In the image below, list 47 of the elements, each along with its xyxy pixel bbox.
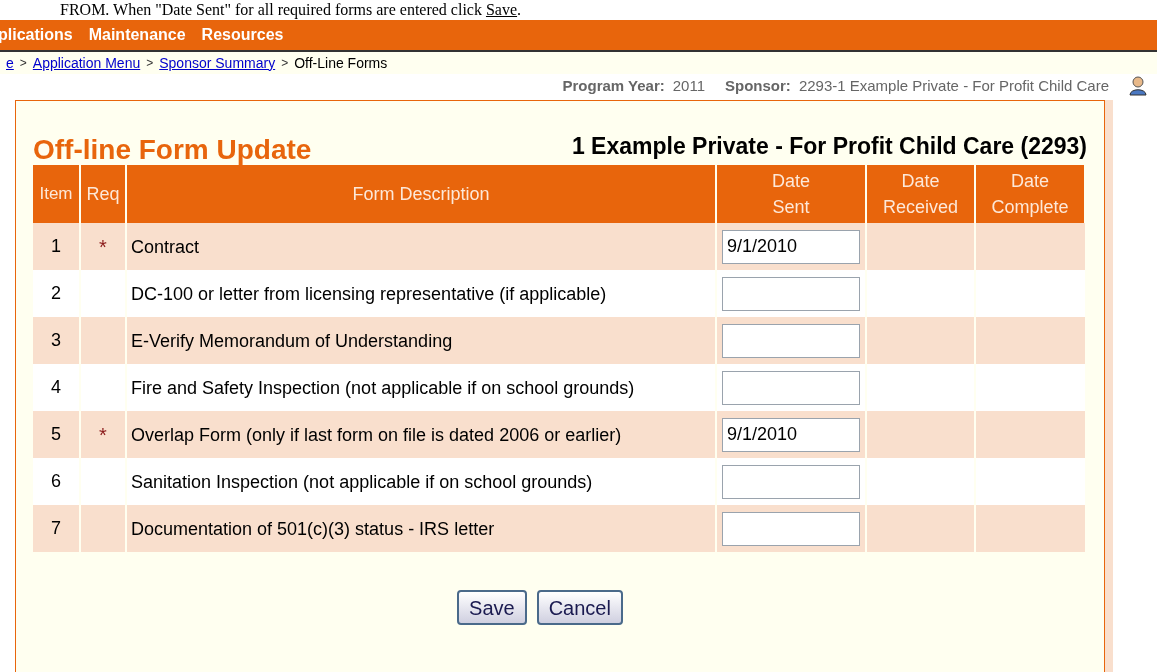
table-cell: 2 (33, 270, 80, 317)
info-label: Program Year: (562, 75, 665, 96)
date-input[interactable]: 9/1/2010 (722, 229, 860, 264)
sponsor-heading: 1 Example Private - For Profit Child Care (2293) (571, 132, 1087, 161)
table-cell: 7 (33, 505, 80, 552)
table-cell: Documentation of 501(c)(3) status - IRS letter (126, 505, 716, 552)
table-cell: Sanitation Inspection (not applicable if on school grounds) (126, 458, 716, 505)
breadcrumb-separator: > (146, 55, 154, 72)
column-header: Date Sent (716, 165, 866, 223)
table-cell: Overlap Form (only if last form on file is dated 2006 or earlier) (126, 411, 716, 458)
info-value: 2011 (672, 75, 706, 96)
table-cell: Fire and Safety Inspection (not applicable if on school grounds) (126, 364, 716, 411)
info-label: Sponsor: (725, 75, 791, 96)
date-input[interactable]: 9/1/2010 (722, 417, 860, 452)
breadcrumb-link[interactable]: Application Menu (32, 52, 141, 74)
date-input[interactable] (722, 323, 860, 358)
breadcrumb-separator: > (19, 55, 27, 72)
table-cell: 1 (33, 223, 80, 270)
table-cell: E-Verify Memorandum of Understanding (126, 317, 716, 364)
info-value: 2293-1 Example Private - For Profit Child Care (798, 75, 1109, 96)
breadcrumb-link[interactable]: Sponsor Summary (159, 52, 276, 74)
date-input[interactable] (722, 276, 860, 311)
save-link[interactable]: Save (485, 1, 518, 18)
table-cell: 3 (33, 317, 80, 364)
breadcrumb-link[interactable]: e (6, 52, 14, 74)
table-cell: 6 (33, 458, 80, 505)
user-icon[interactable] (1129, 76, 1147, 96)
date-input[interactable] (722, 511, 860, 546)
required-mark: * (99, 423, 107, 446)
column-header: Item (33, 165, 80, 223)
column-header: Req (80, 165, 126, 223)
date-input[interactable] (722, 370, 860, 405)
form-button[interactable]: Cancel (536, 590, 623, 625)
column-header: Form Description (126, 165, 716, 223)
breadcrumb-current: Off-Line Forms (294, 53, 388, 73)
column-header: Date Complete (975, 165, 1085, 223)
table-cell: 5 (33, 411, 80, 458)
breadcrumb-separator: > (281, 55, 289, 72)
form-button[interactable]: Save (457, 590, 527, 625)
instruction-text: FROM. When "Date Sent" for all required forms are entered click Save. (60, 0, 523, 20)
date-input[interactable] (722, 464, 860, 499)
required-mark: * (99, 235, 107, 258)
table-cell: Contract (126, 223, 716, 270)
table-cell: 4 (33, 364, 80, 411)
page-title: Off-line Form Update (33, 135, 312, 165)
column-header: Date Received (866, 165, 975, 223)
table-cell: DC-100 or letter from licensing representative (if applicable) (126, 270, 716, 317)
